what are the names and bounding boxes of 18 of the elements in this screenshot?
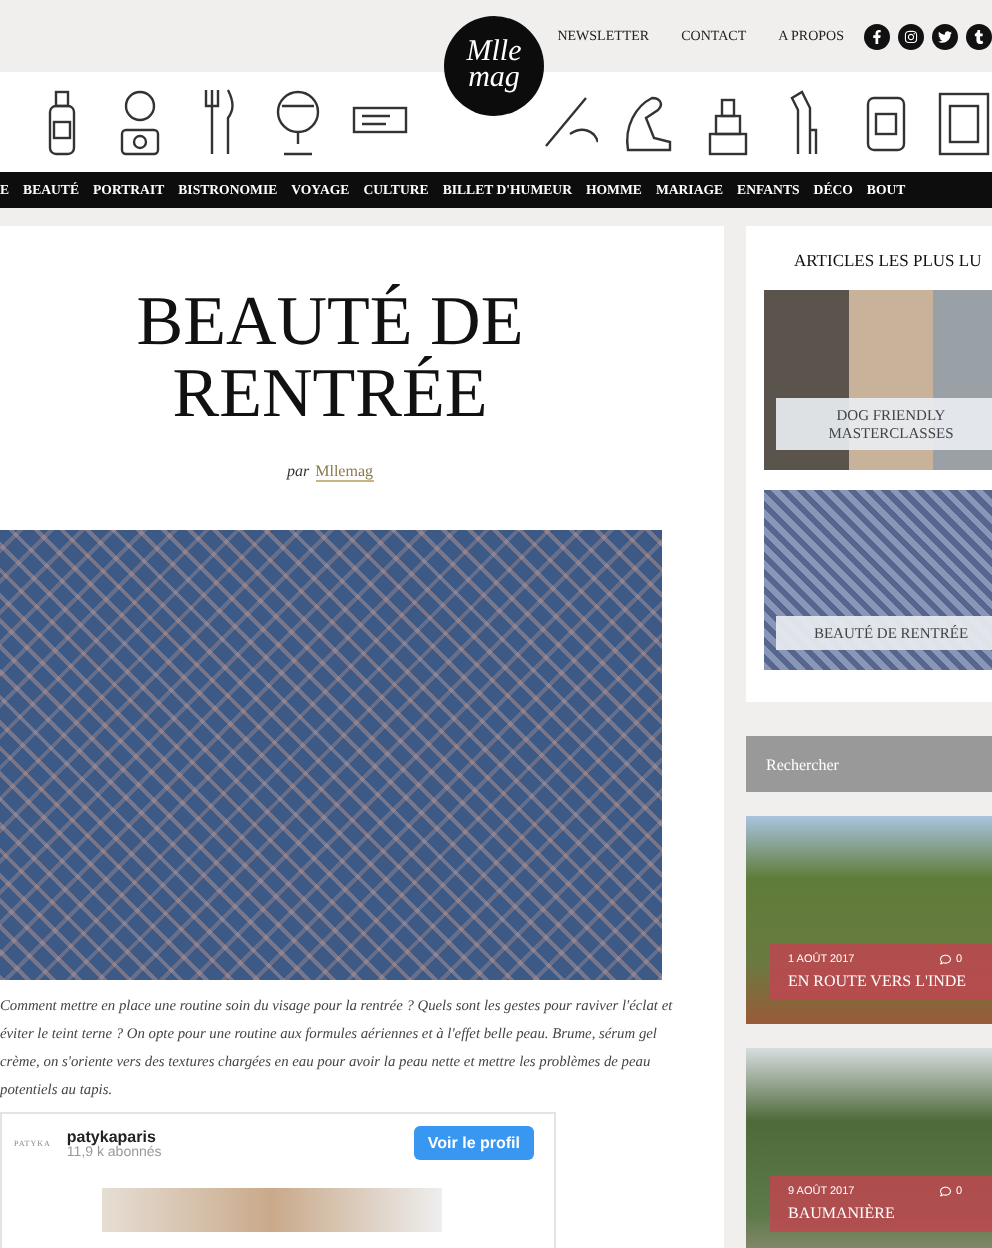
search-field[interactable]: Rechercher — [746, 736, 992, 792]
twitter-icon — [938, 29, 952, 43]
tumblr-button[interactable] — [966, 23, 992, 49]
comment-icon — [940, 1186, 952, 1198]
byline-prefix: par — [286, 462, 310, 482]
facebook-icon — [870, 29, 884, 43]
post-title[interactable]: BAUMANIÈRE — [788, 1204, 992, 1222]
twitter-button[interactable] — [932, 23, 958, 49]
author-link[interactable]: Mllemag — [315, 462, 373, 482]
post-title[interactable]: EN ROUTE VERS L'INDE — [788, 972, 992, 990]
instagram-icon — [904, 29, 918, 43]
username[interactable]: patykaparis — [66, 1127, 398, 1146]
comment-icon — [940, 954, 952, 966]
instagram-button[interactable] — [898, 23, 924, 49]
article-title: BEAUTÉ DE RENTRÉE — [134, 286, 526, 430]
tumblr-icon — [972, 29, 986, 43]
sidebar-heading: ARTICLES LES PLUS LU — [794, 250, 984, 270]
facebook-button[interactable] — [864, 23, 890, 49]
